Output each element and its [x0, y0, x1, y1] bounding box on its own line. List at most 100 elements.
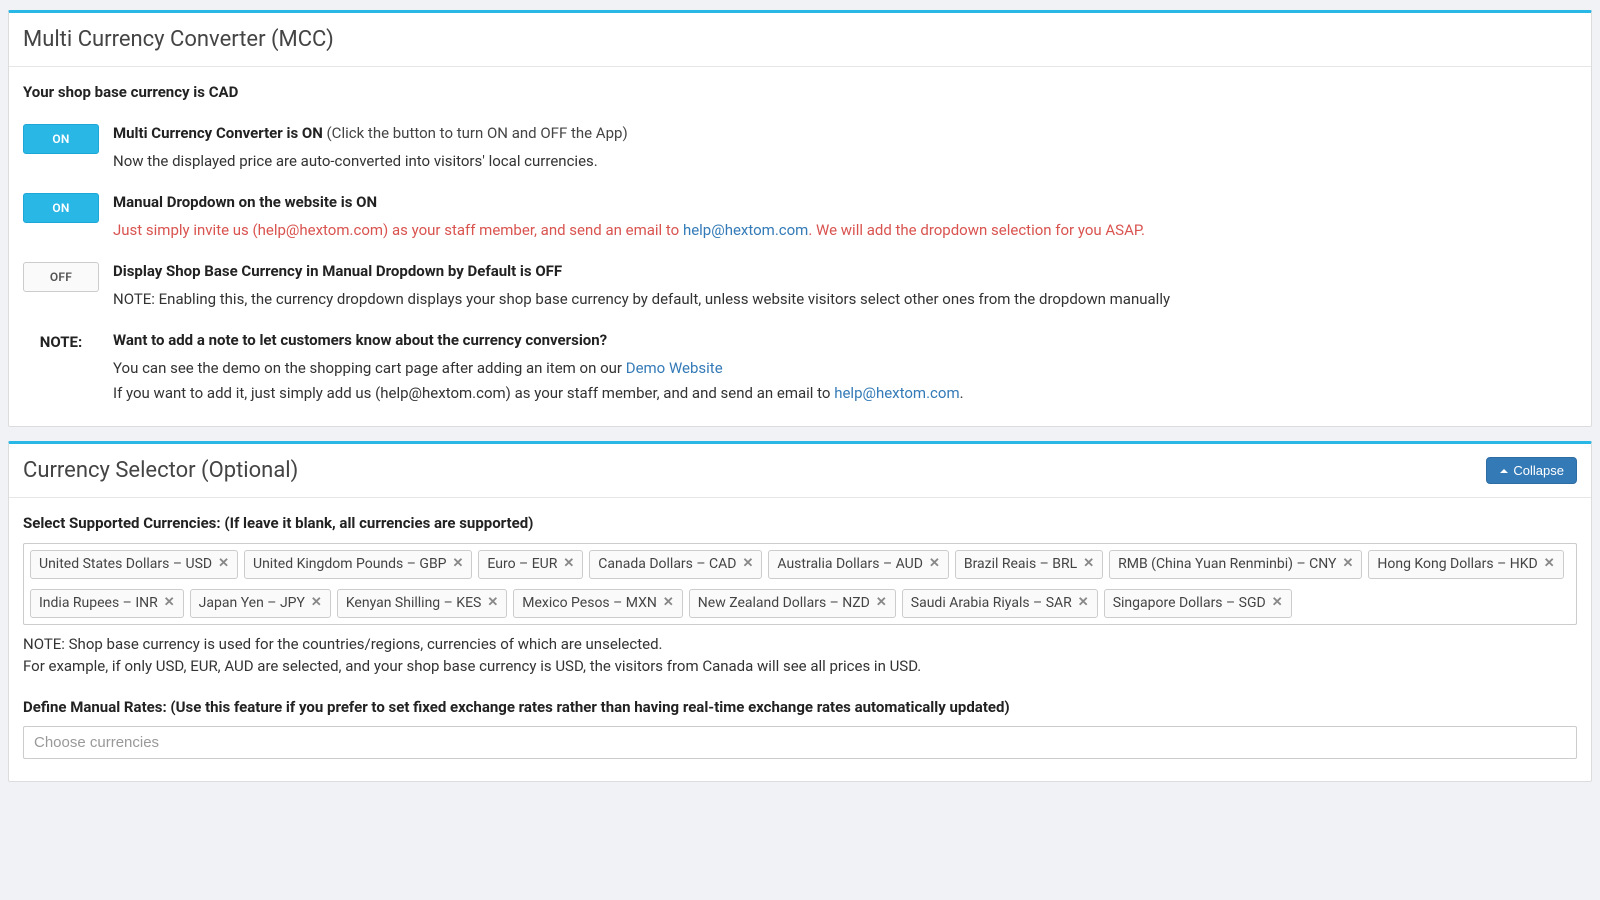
- currency-tag[interactable]: Hong Kong Dollars – HKD ✕: [1368, 550, 1563, 579]
- select-currencies-label: Select Supported Currencies: (If leave i…: [23, 512, 1577, 535]
- toggle-col: ON: [23, 122, 105, 154]
- currency-selector-title: Currency Selector (Optional): [23, 454, 298, 487]
- remove-tag-icon[interactable]: ✕: [1544, 554, 1555, 574]
- currency-tag-label: United States Dollars – USD: [39, 554, 212, 575]
- note-line2: If you want to add it, just simply add u…: [113, 382, 1577, 405]
- currency-tag-label: Japan Yen – JPY: [199, 593, 305, 614]
- currency-tag[interactable]: United States Dollars – USD ✕: [30, 550, 238, 579]
- manual-rates-label: Define Manual Rates: (Use this feature i…: [23, 696, 1577, 719]
- setting-content: Manual Dropdown on the website is ON Jus…: [105, 191, 1577, 242]
- currency-tag-label: Mexico Pesos – MXN: [522, 593, 657, 614]
- remove-tag-icon[interactable]: ✕: [1083, 554, 1094, 574]
- currency-tag[interactable]: Mexico Pesos – MXN ✕: [513, 589, 683, 618]
- currency-selector-panel: Currency Selector (Optional) Collapse Se…: [8, 441, 1592, 782]
- setting-desc: Now the displayed price are auto-convert…: [113, 150, 1577, 173]
- currency-tag[interactable]: Brazil Reais – BRL ✕: [955, 550, 1103, 579]
- currency-tag[interactable]: RMB (China Yuan Renminbi) – CNY ✕: [1109, 550, 1362, 579]
- remove-tag-icon[interactable]: ✕: [1342, 554, 1353, 574]
- selector-note-line1: NOTE: Shop base currency is used for the…: [23, 633, 1577, 656]
- currency-tag-label: Kenyan Shilling – KES: [346, 593, 482, 614]
- remove-tag-icon[interactable]: ✕: [453, 554, 464, 574]
- selector-note: NOTE: Shop base currency is used for the…: [23, 633, 1577, 678]
- setting-title: Manual Dropdown on the website is ON: [113, 191, 1577, 214]
- mcc-title: Multi Currency Converter (MCC): [23, 23, 334, 56]
- note-col: NOTE:: [23, 329, 105, 354]
- currency-tag-label: Australia Dollars – AUD: [777, 554, 923, 575]
- currency-tag[interactable]: United Kingdom Pounds – GBP ✕: [244, 550, 472, 579]
- chevron-up-icon: [1499, 466, 1509, 476]
- setting-title: Multi Currency Converter is ON (Click th…: [113, 122, 1577, 145]
- remove-tag-icon[interactable]: ✕: [311, 593, 322, 613]
- remove-tag-icon[interactable]: ✕: [164, 593, 175, 613]
- currency-tag-label: New Zealand Dollars – NZD: [698, 593, 870, 614]
- invite-post: . We will add the dropdown selection for…: [808, 221, 1145, 239]
- setting-content: Display Shop Base Currency in Manual Dro…: [105, 260, 1577, 311]
- currency-tag-label: Saudi Arabia Riyals – SAR: [911, 593, 1072, 614]
- setting-row-mcc: ON Multi Currency Converter is ON (Click…: [23, 122, 1577, 173]
- currency-tag-label: RMB (China Yuan Renminbi) – CNY: [1118, 554, 1336, 575]
- setting-hint: (Click the button to turn ON and OFF the…: [323, 124, 628, 142]
- setting-row-dropdown: ON Manual Dropdown on the website is ON …: [23, 191, 1577, 242]
- currency-tag-label: United Kingdom Pounds – GBP: [253, 554, 447, 575]
- currency-tag[interactable]: Saudi Arabia Riyals – SAR ✕: [902, 589, 1098, 618]
- invite-pre: Just simply invite us (help@hextom.com) …: [113, 221, 683, 239]
- currency-selector-body: Select Supported Currencies: (If leave i…: [9, 498, 1591, 781]
- currency-tag[interactable]: Australia Dollars – AUD ✕: [768, 550, 948, 579]
- currency-selector-header: Currency Selector (Optional) Collapse: [9, 444, 1591, 498]
- manual-rates-input[interactable]: [23, 726, 1577, 759]
- remove-tag-icon[interactable]: ✕: [742, 554, 753, 574]
- note-line2-pre: If you want to add it, just simply add u…: [113, 384, 834, 402]
- collapse-label: Collapse: [1513, 463, 1564, 478]
- note-content: Want to add a note to let customers know…: [105, 329, 1577, 405]
- currency-tag[interactable]: New Zealand Dollars – NZD ✕: [689, 589, 896, 618]
- mcc-panel: Multi Currency Converter (MCC) Your shop…: [8, 10, 1592, 427]
- currency-tag[interactable]: Euro – EUR ✕: [478, 550, 583, 579]
- currency-tag-box[interactable]: United States Dollars – USD✕United Kingd…: [23, 543, 1577, 625]
- collapse-button[interactable]: Collapse: [1486, 457, 1577, 484]
- note-title: Want to add a note to let customers know…: [113, 329, 1577, 352]
- note-line1-pre: You can see the demo on the shopping car…: [113, 359, 626, 377]
- toggle-col: OFF: [23, 260, 105, 292]
- currency-tag[interactable]: Japan Yen – JPY ✕: [190, 589, 331, 618]
- remove-tag-icon[interactable]: ✕: [876, 593, 887, 613]
- currency-tag-label: Singapore Dollars – SGD: [1113, 593, 1266, 614]
- currency-tag[interactable]: Canada Dollars – CAD ✕: [589, 550, 762, 579]
- currency-tag-label: India Rupees – INR: [39, 593, 158, 614]
- note-line1: You can see the demo on the shopping car…: [113, 357, 1577, 380]
- remove-tag-icon[interactable]: ✕: [487, 593, 498, 613]
- toggle-dropdown[interactable]: ON: [23, 193, 99, 223]
- mcc-panel-body: Your shop base currency is CAD ON Multi …: [9, 67, 1591, 426]
- setting-content: Multi Currency Converter is ON (Click th…: [105, 122, 1577, 173]
- note-label: NOTE:: [23, 331, 99, 354]
- setting-title-text: Manual Dropdown on the website is ON: [113, 193, 377, 211]
- selector-note-line2: For example, if only USD, EUR, AUD are s…: [23, 655, 1577, 678]
- setting-row-default-base: OFF Display Shop Base Currency in Manual…: [23, 260, 1577, 311]
- remove-tag-icon[interactable]: ✕: [663, 593, 674, 613]
- setting-row-note: NOTE: Want to add a note to let customer…: [23, 329, 1577, 405]
- demo-website-link[interactable]: Demo Website: [626, 359, 723, 377]
- toggle-mcc[interactable]: ON: [23, 124, 99, 154]
- setting-desc: NOTE: Enabling this, the currency dropdo…: [113, 288, 1577, 311]
- setting-title-text: Multi Currency Converter is ON: [113, 124, 323, 142]
- mcc-panel-header: Multi Currency Converter (MCC): [9, 13, 1591, 67]
- setting-title: Display Shop Base Currency in Manual Dro…: [113, 260, 1577, 283]
- remove-tag-icon[interactable]: ✕: [563, 554, 574, 574]
- remove-tag-icon[interactable]: ✕: [1078, 593, 1089, 613]
- remove-tag-icon[interactable]: ✕: [1272, 593, 1283, 613]
- remove-tag-icon[interactable]: ✕: [929, 554, 940, 574]
- currency-tag-label: Hong Kong Dollars – HKD: [1377, 554, 1537, 575]
- invite-email-link[interactable]: help@hextom.com: [683, 221, 808, 239]
- currency-tag-label: Euro – EUR: [487, 554, 557, 575]
- note-line2-post: .: [960, 384, 964, 402]
- help-email-link[interactable]: help@hextom.com: [834, 384, 959, 402]
- toggle-col: ON: [23, 191, 105, 223]
- toggle-default-base[interactable]: OFF: [23, 262, 99, 292]
- currency-tag[interactable]: Kenyan Shilling – KES✕: [337, 589, 507, 618]
- invite-line: Just simply invite us (help@hextom.com) …: [113, 219, 1577, 242]
- remove-tag-icon[interactable]: ✕: [218, 554, 229, 574]
- currency-tag[interactable]: India Rupees – INR ✕: [30, 589, 184, 618]
- currency-tag[interactable]: Singapore Dollars – SGD ✕: [1104, 589, 1292, 618]
- currency-tag-label: Brazil Reais – BRL: [964, 554, 1077, 575]
- currency-tag-label: Canada Dollars – CAD: [598, 554, 736, 575]
- setting-title-text: Display Shop Base Currency in Manual Dro…: [113, 262, 562, 280]
